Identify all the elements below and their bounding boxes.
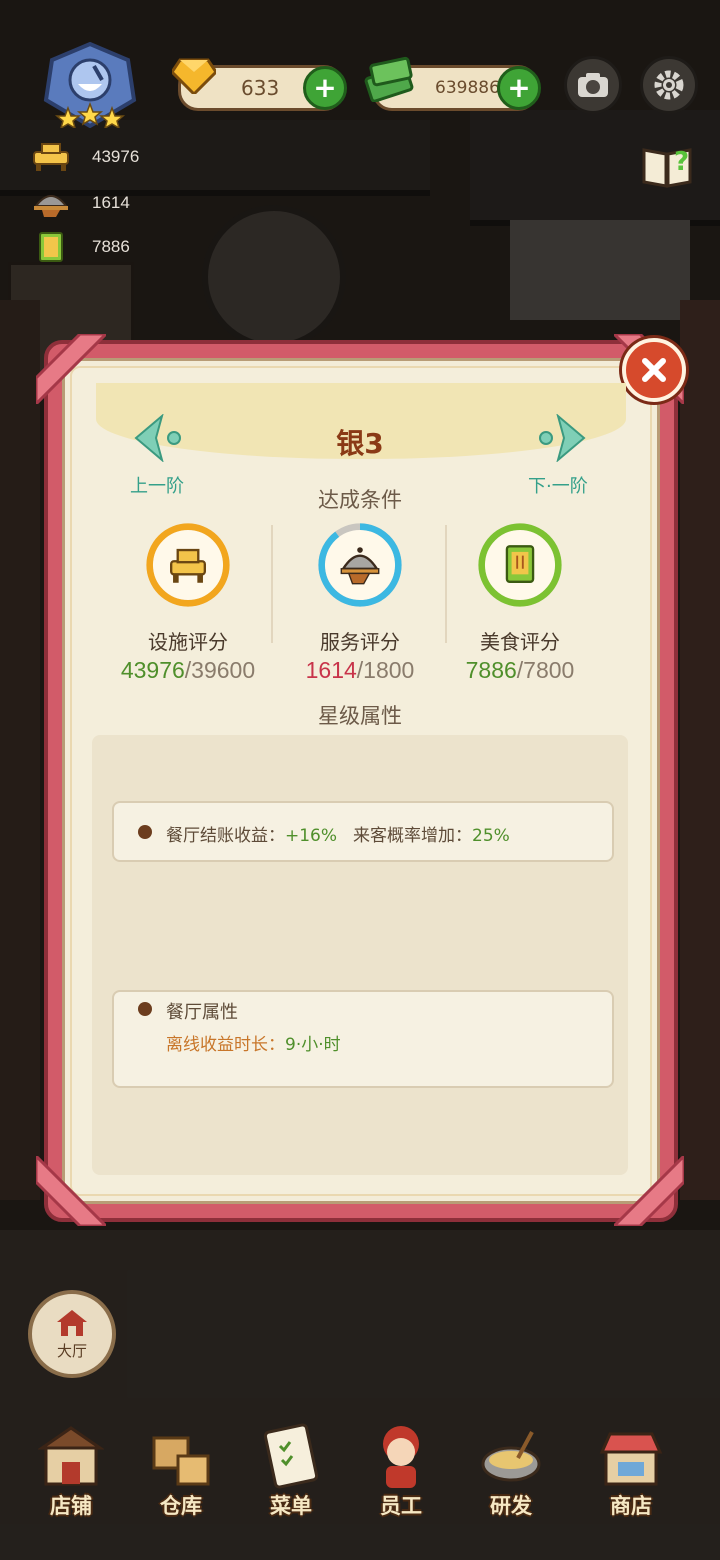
- guest-bonus-label: 来客概率增加：: [353, 826, 473, 846]
- service-requirement: 服务评分 1614/1800: [280, 522, 440, 684]
- settings-button[interactable]: [640, 56, 698, 114]
- add-gems-button[interactable]: +: [303, 66, 347, 110]
- service-target: /1800: [356, 657, 415, 683]
- prev-rank-label[interactable]: 上一阶: [130, 472, 184, 498]
- food-target: /7800: [516, 657, 575, 683]
- hall-button[interactable]: 大厅: [28, 1290, 116, 1378]
- hall-label: 大厅: [56, 1341, 87, 1360]
- offline-earnings-line: 离线收益时长：9·小·时: [166, 1030, 341, 1055]
- rank-badge-icon[interactable]: [42, 42, 138, 128]
- nav-shop-front-label: 店铺: [50, 1494, 92, 1518]
- gear-icon: [654, 70, 684, 100]
- service-stat-value: 1614: [92, 193, 130, 212]
- facility-stat: 43976: [30, 140, 139, 174]
- add-cash-button[interactable]: +: [497, 66, 541, 110]
- menu-clipboard-icon: [263, 1423, 319, 1489]
- food-book-icon: [505, 545, 535, 583]
- bonus-attributes-line: 餐厅结账收益：+16% 来客概率增加：25%: [166, 821, 510, 846]
- service-current: 1614: [305, 657, 357, 683]
- service-requirement-name: 服务评分: [320, 630, 400, 654]
- facility-progress-ring: [146, 523, 230, 607]
- bullet-dot: [138, 1002, 152, 1016]
- food-book-icon: [39, 232, 63, 262]
- prev-rank-arrow-icon[interactable]: [134, 414, 186, 462]
- staff-chef-icon: [383, 1426, 419, 1488]
- nav-menu-label: 菜单: [270, 1494, 312, 1518]
- facility-requirement: 设施评分 43976/39600: [108, 522, 268, 684]
- offline-earnings-label: 离线收益时长：: [166, 1035, 285, 1055]
- storefront-icon: [38, 1426, 104, 1486]
- bonus-attributes-box: 餐厅结账收益：+16% 来客概率增加：25%: [112, 801, 614, 862]
- star-attributes-title: 星级属性: [318, 704, 402, 728]
- food-stat-value: 7886: [92, 237, 130, 256]
- restaurant-attributes-heading: 餐厅属性: [166, 1002, 238, 1023]
- guide-book-icon[interactable]: ?: [640, 140, 694, 190]
- nav-warehouse-label: 仓库: [160, 1494, 202, 1518]
- facility-current: 43976: [120, 657, 185, 683]
- crates-icon: [152, 1436, 210, 1486]
- food-requirement-name: 美食评分: [480, 630, 560, 654]
- food-requirement-values: 7886/7800: [440, 657, 600, 684]
- nav-shop-front[interactable]: 店铺: [16, 1418, 126, 1528]
- close-icon: [642, 358, 666, 382]
- checkout-bonus-value: +16%: [285, 826, 338, 846]
- nav-research-label: 研发: [490, 1494, 532, 1518]
- camera-button[interactable]: [564, 56, 622, 114]
- store-stall-icon: [599, 1432, 663, 1486]
- nav-staff-label: 员工: [380, 1494, 422, 1518]
- facility-requirement-name: 设施评分: [148, 630, 228, 654]
- nav-staff[interactable]: 员工: [346, 1418, 456, 1528]
- gem-icon: [172, 58, 216, 94]
- service-stat: 1614: [30, 186, 130, 220]
- column-divider: [271, 525, 273, 643]
- facility-target: /39600: [184, 657, 256, 683]
- restaurant-attributes-box: 餐厅属性 离线收益时长：9·小·时: [112, 990, 614, 1088]
- hall-house-icon: [57, 1309, 87, 1336]
- checkout-bonus-label: 餐厅结账收益：: [166, 826, 285, 846]
- service-cloche-icon: [33, 195, 69, 217]
- food-stat: 7886: [30, 230, 130, 264]
- rank-title: 银3: [336, 427, 384, 460]
- camera-icon: [578, 73, 608, 97]
- guest-bonus-value: 25%: [472, 826, 510, 846]
- service-requirement-values: 1614/1800: [280, 657, 440, 684]
- nav-store-label: 商店: [610, 1494, 652, 1518]
- nav-research[interactable]: 研发: [456, 1418, 566, 1528]
- next-rank-arrow-icon[interactable]: [534, 414, 586, 462]
- cash-stack-icon: [364, 56, 414, 102]
- close-button[interactable]: [622, 338, 686, 402]
- svg-text:?: ?: [674, 147, 689, 177]
- offline-earnings-value: 9·小·时: [285, 1035, 341, 1055]
- bullet-dot: [138, 825, 152, 839]
- facility-icon: [33, 143, 69, 171]
- cooking-pot-icon: [481, 1431, 541, 1482]
- facility-stat-value: 43976: [92, 147, 140, 166]
- food-current: 7886: [465, 657, 517, 683]
- nav-store[interactable]: 商店: [576, 1418, 686, 1528]
- food-progress-ring: [478, 523, 562, 607]
- next-rank-label[interactable]: 下·一阶: [528, 472, 588, 498]
- conditions-title: 达成条件: [318, 488, 402, 512]
- nav-warehouse[interactable]: 仓库: [126, 1418, 236, 1528]
- facility-requirement-values: 43976/39600: [108, 657, 268, 684]
- food-requirement: 美食评分 7886/7800: [440, 522, 600, 684]
- nav-menu[interactable]: 菜单: [236, 1418, 346, 1528]
- service-progress-ring: [318, 523, 402, 607]
